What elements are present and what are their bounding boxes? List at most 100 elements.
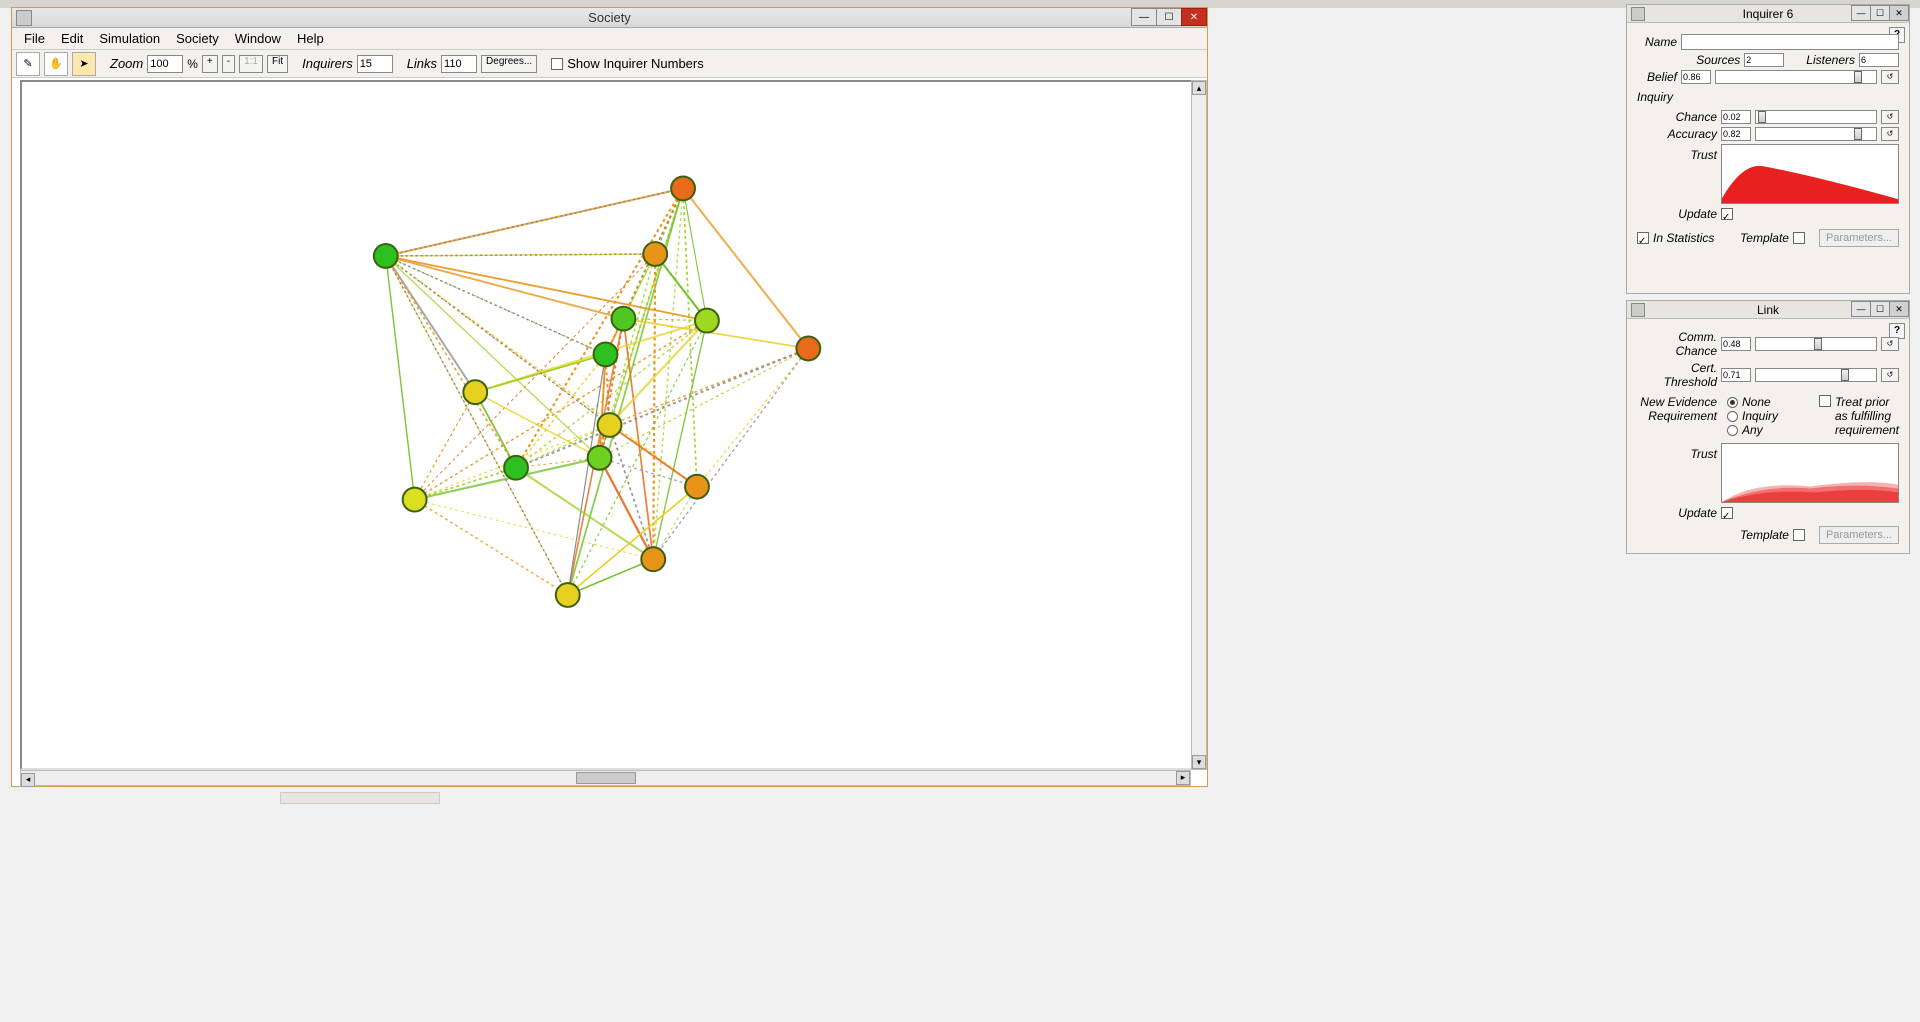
links-input[interactable] [441, 55, 477, 73]
link-parameters-button[interactable]: Parameters... [1819, 526, 1899, 544]
name-input[interactable] [1681, 34, 1899, 50]
link-titlebar[interactable]: Link — ☐ ✕ [1627, 301, 1909, 319]
chance-reset-icon[interactable]: ↺ [1881, 110, 1899, 124]
graph-node[interactable] [796, 337, 820, 361]
graph-node[interactable] [685, 475, 709, 499]
menu-window[interactable]: Window [227, 28, 289, 49]
belief-value[interactable] [1681, 70, 1711, 84]
radio-inquiry[interactable] [1727, 411, 1738, 422]
cert-reset-icon[interactable]: ↺ [1881, 368, 1899, 382]
menu-help[interactable]: Help [289, 28, 332, 49]
radio-none[interactable] [1727, 397, 1738, 408]
horizontal-scrollbar[interactable]: ◂ ▸ [20, 770, 1191, 786]
menu-file[interactable]: File [16, 28, 53, 49]
graph-node[interactable] [403, 488, 427, 512]
graph-node[interactable] [504, 456, 528, 480]
cert-threshold-label: Cert. Threshold [1637, 361, 1717, 389]
scroll-up-icon[interactable]: ▴ [1192, 81, 1206, 95]
panel-maximize-button[interactable]: ☐ [1870, 301, 1890, 317]
link-template-checkbox[interactable] [1793, 529, 1805, 541]
graph-node[interactable] [611, 307, 635, 331]
inquiry-heading: Inquiry [1637, 90, 1899, 104]
zoom-fit-button[interactable]: Fit [267, 55, 288, 73]
link-title: Link [1757, 303, 1779, 317]
panel-close-button[interactable]: ✕ [1889, 5, 1909, 21]
graph-node[interactable] [588, 446, 612, 470]
in-stats-label: In Statistics [1653, 231, 1714, 245]
belief-reset-icon[interactable]: ↺ [1881, 70, 1899, 84]
sources-input[interactable] [1744, 53, 1784, 67]
zoom-input[interactable] [147, 55, 183, 73]
update-checkbox[interactable] [1721, 208, 1733, 220]
maximize-button[interactable]: ☐ [1156, 8, 1182, 26]
radio-any[interactable] [1727, 425, 1738, 436]
show-numbers-label: Show Inquirer Numbers [567, 56, 704, 71]
chance-slider[interactable] [1755, 110, 1877, 124]
zoom-11-button[interactable]: 1:1 [239, 55, 263, 73]
comm-chance-label: Comm. Chance [1637, 330, 1717, 358]
menu-edit[interactable]: Edit [53, 28, 91, 49]
link-trust-label: Trust [1637, 443, 1717, 461]
scroll-down-icon[interactable]: ▾ [1192, 755, 1206, 769]
link-update-checkbox[interactable] [1721, 507, 1733, 519]
graph-node[interactable] [695, 309, 719, 333]
zoom-plus-button[interactable]: + [202, 55, 218, 73]
belief-slider[interactable] [1715, 70, 1877, 84]
titlebar[interactable]: Society — ☐ ✕ [12, 8, 1207, 28]
graph-node[interactable] [641, 547, 665, 571]
graph-node[interactable] [556, 583, 580, 607]
parameters-button[interactable]: Parameters... [1819, 229, 1899, 247]
close-button[interactable]: ✕ [1181, 8, 1207, 26]
degrees-button[interactable]: Degrees... [481, 55, 537, 73]
graph-node[interactable] [671, 176, 695, 200]
show-numbers-checkbox[interactable] [551, 58, 563, 70]
graph-node[interactable] [374, 244, 398, 268]
accuracy-reset-icon[interactable]: ↺ [1881, 127, 1899, 141]
chance-value[interactable] [1721, 110, 1751, 124]
comm-chance-slider[interactable] [1755, 337, 1877, 351]
vertical-scrollbar[interactable]: ▴ ▾ [1191, 80, 1207, 770]
cert-threshold-value[interactable] [1721, 368, 1751, 382]
tool-paint-icon[interactable]: ✎ [16, 52, 40, 76]
window-controls: — ☐ ✕ [1132, 8, 1207, 26]
cert-threshold-slider[interactable] [1755, 368, 1877, 382]
inquirers-input[interactable] [357, 55, 393, 73]
nev-label-2: Requirement [1637, 409, 1717, 423]
graph-node[interactable] [598, 413, 622, 437]
menu-simulation[interactable]: Simulation [91, 28, 168, 49]
scroll-right-icon[interactable]: ▸ [1176, 771, 1190, 785]
panel-minimize-button[interactable]: — [1851, 5, 1871, 21]
graph-node[interactable] [594, 342, 618, 366]
zoom-pct: % [187, 57, 198, 71]
inquirer-titlebar[interactable]: Inquirer 6 — ☐ ✕ [1627, 5, 1909, 23]
graph-node[interactable] [463, 380, 487, 404]
menu-society[interactable]: Society [168, 28, 227, 49]
scroll-thumb[interactable] [576, 772, 636, 784]
link-template-label: Template [1740, 528, 1789, 542]
graph-canvas[interactable] [20, 80, 1199, 770]
comm-reset-icon[interactable]: ↺ [1881, 337, 1899, 351]
tool-hand-icon[interactable]: ✋ [44, 52, 68, 76]
panel-close-button[interactable]: ✕ [1889, 301, 1909, 317]
template-checkbox[interactable] [1793, 232, 1805, 244]
accuracy-slider[interactable] [1755, 127, 1877, 141]
inquirers-label: Inquirers [302, 56, 353, 71]
zoom-minus-button[interactable]: - [222, 55, 235, 73]
treat-prior-checkbox[interactable] [1819, 395, 1831, 407]
accuracy-value[interactable] [1721, 127, 1751, 141]
inquirer-panel: Inquirer 6 — ☐ ✕ ? Name Sources Listener… [1626, 4, 1910, 294]
trust-label: Trust [1637, 144, 1717, 162]
listeners-input[interactable] [1859, 53, 1899, 67]
minimize-button[interactable]: — [1131, 8, 1157, 26]
accuracy-label: Accuracy [1637, 127, 1717, 141]
panel-maximize-button[interactable]: ☐ [1870, 5, 1890, 21]
graph-node[interactable] [643, 242, 667, 266]
tool-pointer-icon[interactable]: ➤ [72, 52, 96, 76]
trust-chart [1721, 144, 1899, 204]
inquirer-title: Inquirer 6 [1743, 7, 1794, 21]
in-stats-checkbox[interactable] [1637, 232, 1649, 244]
link-update-label: Update [1637, 506, 1717, 520]
panel-minimize-button[interactable]: — [1851, 301, 1871, 317]
scroll-left-icon[interactable]: ◂ [21, 773, 35, 787]
comm-chance-value[interactable] [1721, 337, 1751, 351]
